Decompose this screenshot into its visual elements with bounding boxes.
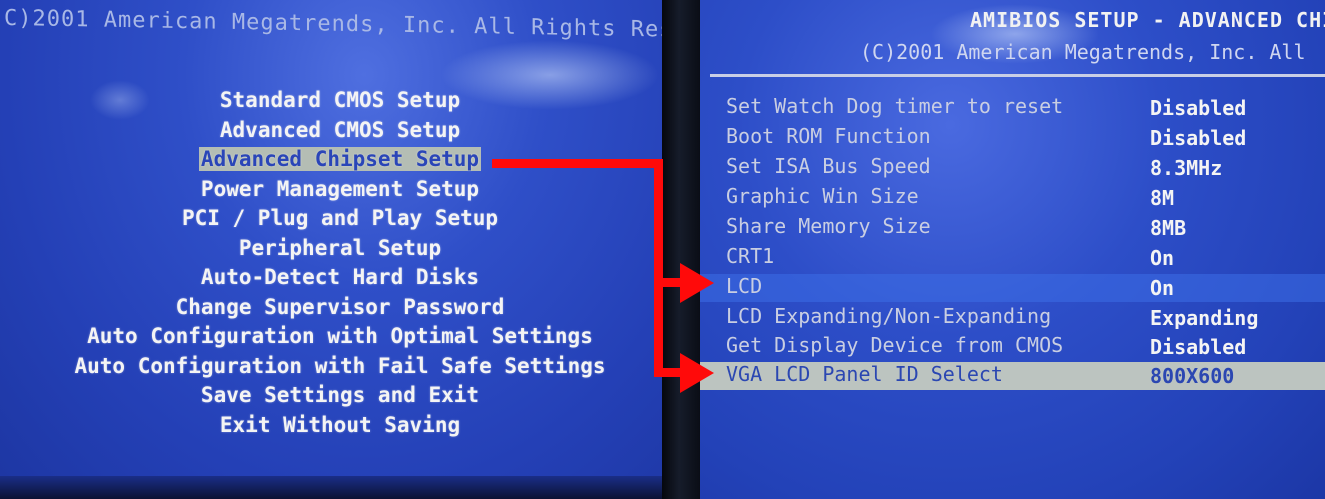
copyright-header: (C)2001 American Megatrends, Inc. All bbox=[860, 40, 1306, 64]
setting-row-share-memory[interactable]: Share Memory Size 8MB bbox=[700, 214, 1325, 242]
setting-label: CRT1 bbox=[726, 244, 775, 268]
monitor-bezel bbox=[0, 476, 662, 499]
annotation-arrow-line bbox=[492, 159, 662, 168]
setting-label: Graphic Win Size bbox=[726, 184, 919, 208]
setting-label: LCD bbox=[726, 274, 763, 298]
setting-value[interactable]: 800X600 bbox=[1150, 364, 1234, 388]
setting-label: Set ISA Bus Speed bbox=[726, 154, 931, 178]
setting-row-lcd-expanding[interactable]: LCD Expanding/Non-Expanding Expanding bbox=[700, 304, 1325, 332]
setting-label: Boot ROM Function bbox=[726, 124, 931, 148]
menu-item-exit-no-save[interactable]: Exit Without Saving bbox=[40, 411, 640, 441]
setting-row-lcd[interactable]: LCD On bbox=[700, 274, 1325, 302]
menu-item-auto-config-failsafe[interactable]: Auto Configuration with Fail Safe Settin… bbox=[40, 352, 640, 382]
setting-row-graphic-win-size[interactable]: Graphic Win Size 8M bbox=[700, 184, 1325, 212]
setting-value[interactable]: 8M bbox=[1150, 186, 1174, 210]
setting-value[interactable]: 8.3MHz bbox=[1150, 156, 1222, 180]
setting-row-get-display-device[interactable]: Get Display Device from CMOS Disabled bbox=[700, 333, 1325, 361]
setting-label: LCD Expanding/Non-Expanding bbox=[726, 304, 1052, 328]
advanced-chipset-screen: AMIBIOS SETUP - ADVANCED CHI (C)2001 Ame… bbox=[700, 0, 1325, 499]
setting-value[interactable]: Disabled bbox=[1150, 126, 1246, 150]
menu-item-auto-config-optimal[interactable]: Auto Configuration with Optimal Settings bbox=[40, 322, 640, 352]
monitor-bezel bbox=[662, 0, 700, 499]
main-menu-screen: C)2001 American Megatrends, Inc. All Rig… bbox=[0, 0, 662, 499]
arrow-right-icon bbox=[680, 353, 714, 393]
menu-item-pci-pnp[interactable]: PCI / Plug and Play Setup bbox=[40, 204, 640, 234]
setting-value[interactable]: 8MB bbox=[1150, 216, 1186, 240]
setting-label: VGA LCD Panel ID Select bbox=[726, 362, 1003, 386]
setting-label: Share Memory Size bbox=[726, 214, 931, 238]
setup-main-menu: Standard CMOS Setup Advanced CMOS Setup … bbox=[40, 86, 640, 440]
setting-label: Set Watch Dog timer to reset bbox=[726, 94, 1064, 118]
menu-item-power-management[interactable]: Power Management Setup bbox=[40, 175, 640, 205]
setting-label: Get Display Device from CMOS bbox=[726, 333, 1064, 357]
page-title: AMIBIOS SETUP - ADVANCED CHI bbox=[970, 8, 1325, 32]
setting-value[interactable]: On bbox=[1150, 246, 1174, 270]
menu-item-peripheral[interactable]: Peripheral Setup bbox=[40, 234, 640, 264]
menu-item-save-exit[interactable]: Save Settings and Exit bbox=[40, 381, 640, 411]
setting-value[interactable]: On bbox=[1150, 276, 1174, 300]
divider bbox=[710, 74, 1325, 77]
menu-item-standard-cmos[interactable]: Standard CMOS Setup bbox=[40, 86, 640, 116]
arrow-right-icon bbox=[680, 263, 714, 303]
menu-item-advanced-cmos[interactable]: Advanced CMOS Setup bbox=[40, 116, 640, 146]
setting-row-crt1[interactable]: CRT1 On bbox=[700, 244, 1325, 272]
annotation-arrow-line bbox=[654, 159, 663, 377]
menu-item-supervisor-password[interactable]: Change Supervisor Password bbox=[40, 293, 640, 323]
setting-row-vga-lcd-panel-id[interactable]: VGA LCD Panel ID Select 800X600 bbox=[700, 362, 1325, 390]
setting-row-boot-rom[interactable]: Boot ROM Function Disabled bbox=[700, 124, 1325, 152]
setting-value[interactable]: Disabled bbox=[1150, 335, 1246, 359]
setting-value[interactable]: Expanding bbox=[1150, 306, 1258, 330]
setting-row-watchdog[interactable]: Set Watch Dog timer to reset Disabled bbox=[700, 94, 1325, 122]
copyright-header: C)2001 American Megatrends, Inc. All Rig… bbox=[4, 5, 662, 44]
setting-value[interactable]: Disabled bbox=[1150, 96, 1246, 120]
menu-item-auto-detect-hdd[interactable]: Auto-Detect Hard Disks bbox=[40, 263, 640, 293]
setting-row-isa-bus-speed[interactable]: Set ISA Bus Speed 8.3MHz bbox=[700, 154, 1325, 182]
